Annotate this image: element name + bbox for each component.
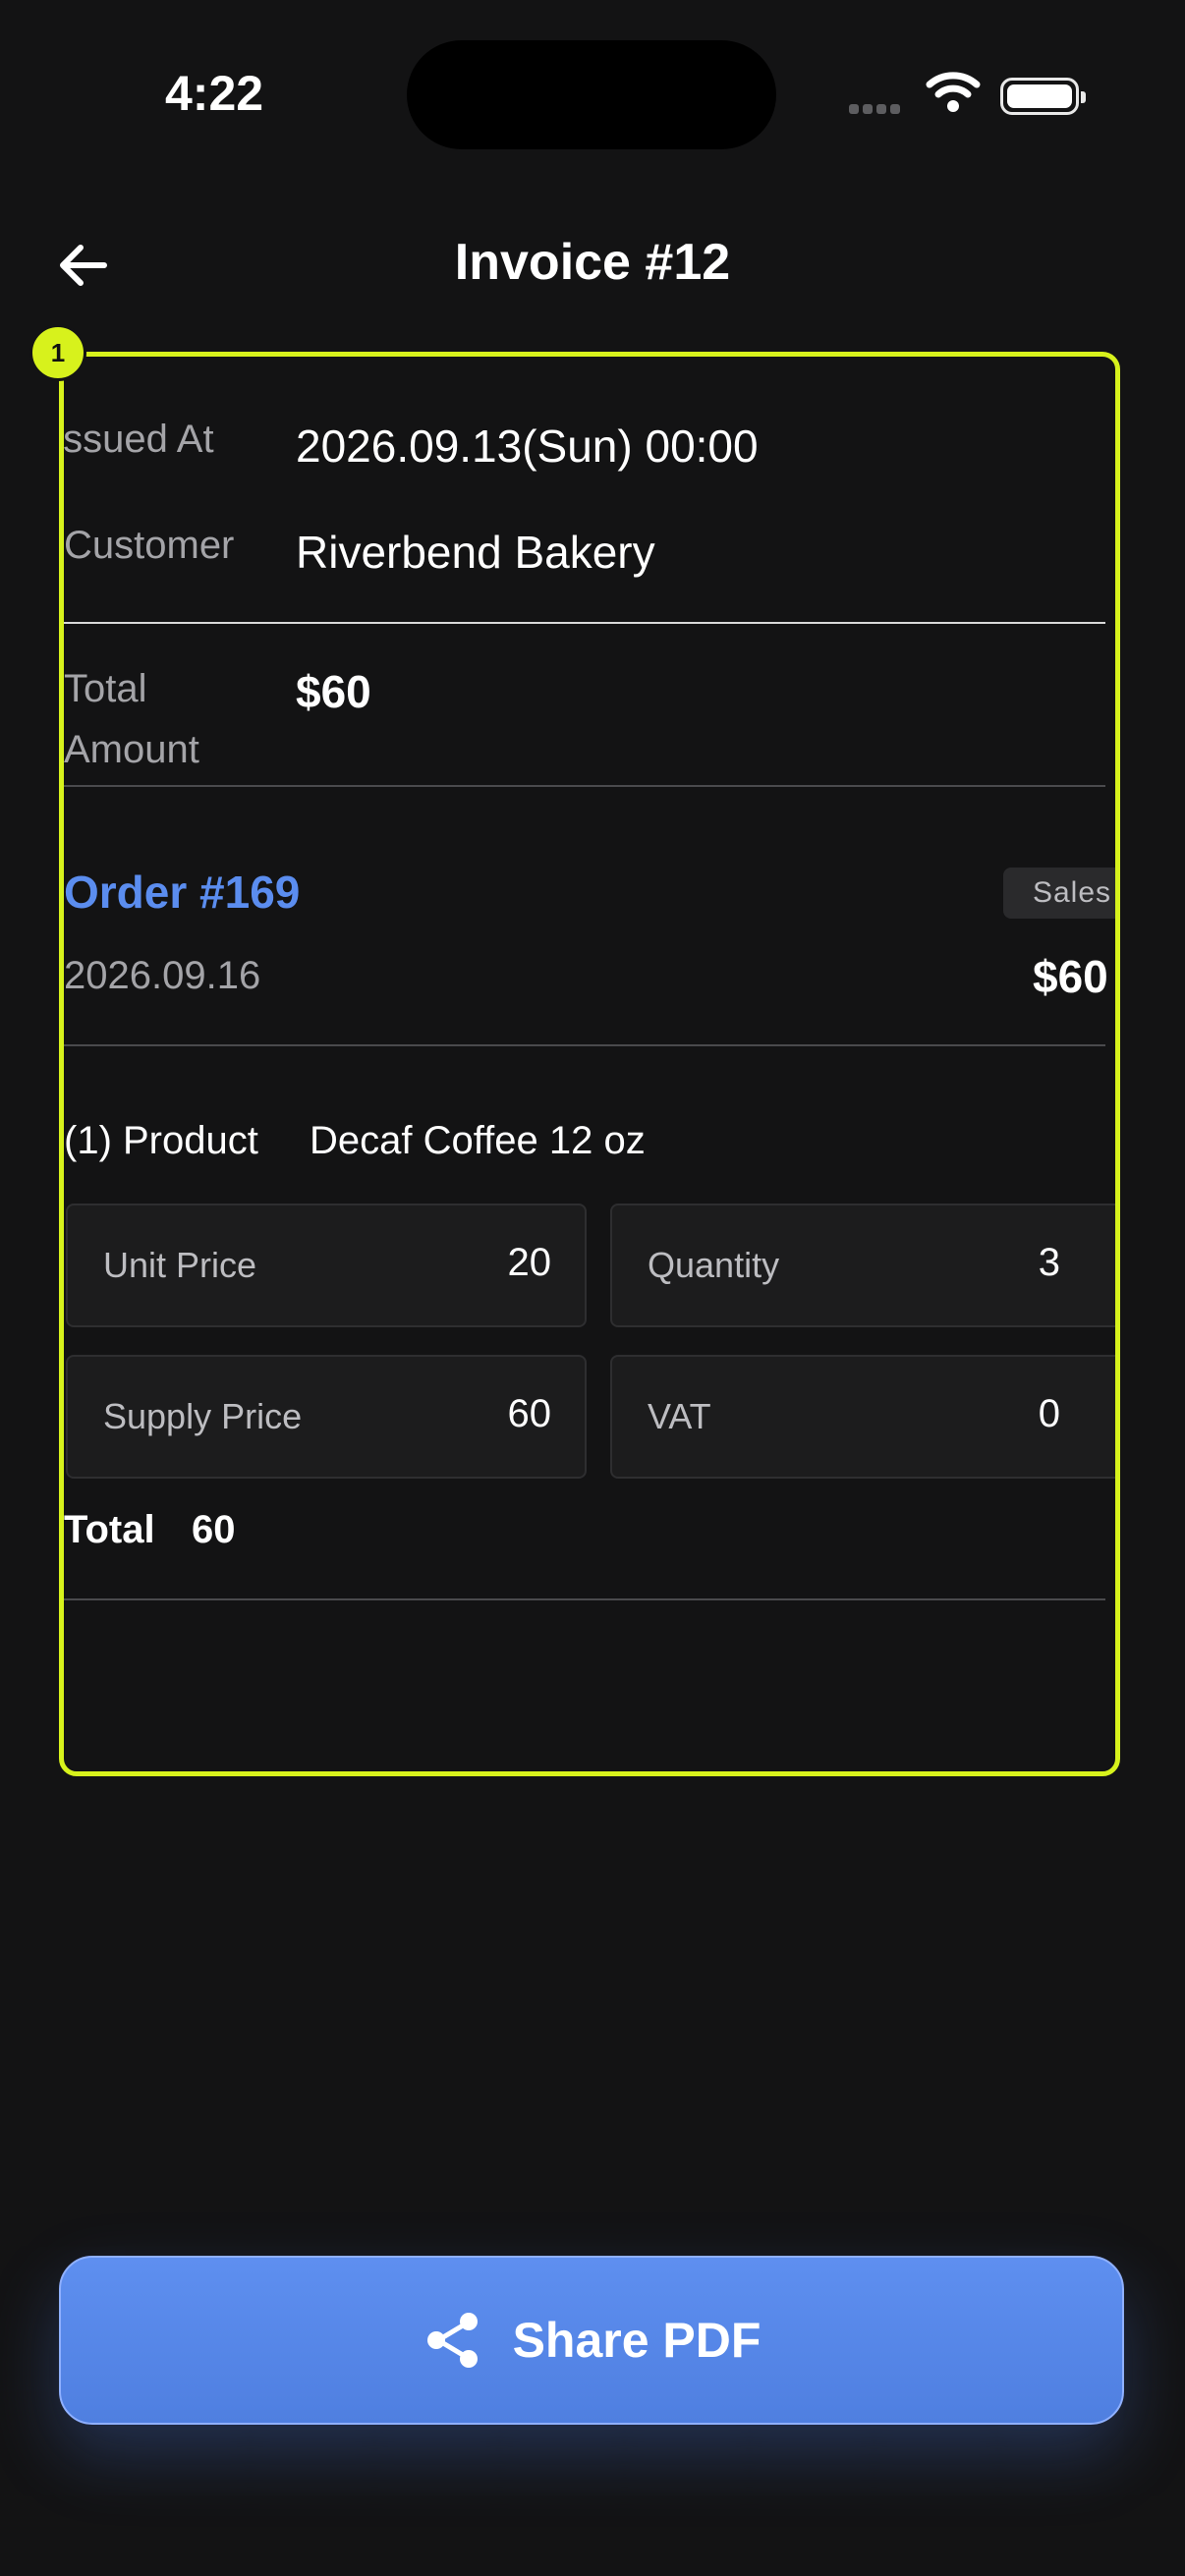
status-time: 4:22 [165, 66, 264, 121]
order-date: 2026.09.16 [64, 954, 261, 997]
vat-label: VAT [648, 1396, 711, 1436]
product-name: Decaf Coffee 12 oz [310, 1119, 646, 1162]
share-icon [426, 2313, 478, 2368]
divider [64, 1044, 1105, 1046]
total-amount-label-line2: Amount [64, 728, 199, 771]
divider [64, 622, 1105, 624]
order-link[interactable]: Order #169 [64, 866, 300, 919]
item-total-value: 60 [192, 1508, 236, 1551]
product-index-label: (1) Product [64, 1119, 258, 1162]
order-amount: $60 [1033, 951, 1108, 1002]
customer-label: Customer [64, 524, 235, 567]
issued-at-value: 2026.09.13(Sun) 00:00 [296, 420, 759, 472]
supply-price-value: 60 [507, 1392, 552, 1435]
share-pdf-button[interactable]: Share PDF [59, 2256, 1124, 2425]
quantity-card: Quantity 3 [610, 1204, 1115, 1327]
wifi-icon [926, 72, 981, 112]
cellular-signal-icon [849, 101, 904, 119]
supply-price-label: Supply Price [103, 1396, 303, 1436]
vat-value: 0 [1038, 1392, 1060, 1435]
dynamic-island [407, 40, 776, 149]
annotation-marker: 1 [29, 324, 86, 381]
share-pdf-label: Share PDF [512, 2313, 762, 2368]
quantity-label: Quantity [648, 1245, 780, 1285]
divider [64, 785, 1105, 787]
total-amount-value: $60 [296, 666, 371, 717]
page-title: Invoice #12 [454, 234, 731, 291]
invoice-detail-panel: Issued At 2026.09.13(Sun) 00:00 Customer… [59, 352, 1120, 1776]
battery-icon [1000, 78, 1086, 115]
divider [64, 1598, 1105, 1600]
total-amount-label: Total [64, 667, 147, 710]
vat-card: VAT 0 [610, 1355, 1115, 1479]
unit-price-label: Unit Price [103, 1245, 257, 1285]
issued-at-label: Issued At [59, 418, 214, 461]
quantity-value: 3 [1038, 1241, 1060, 1284]
supply-price-card: Supply Price 60 [66, 1355, 587, 1479]
item-total-label: Total [64, 1508, 155, 1551]
customer-value: Riverbend Bakery [296, 527, 655, 578]
order-type-badge: Sales [1003, 868, 1115, 919]
unit-price-card: Unit Price 20 [66, 1204, 587, 1327]
unit-price-value: 20 [507, 1241, 552, 1284]
